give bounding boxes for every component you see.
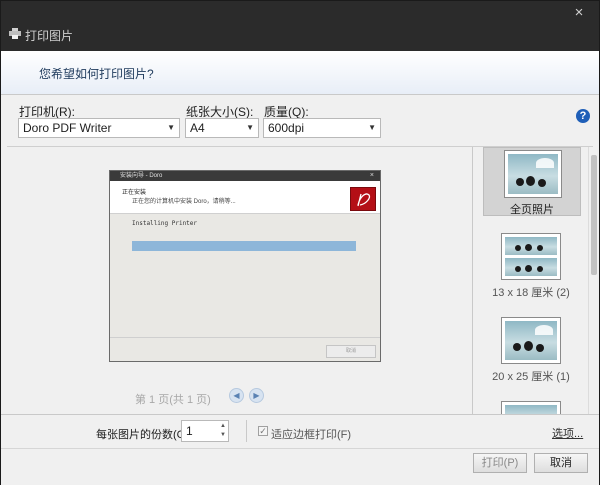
quality-select[interactable]: 600dpi ▼ (263, 118, 381, 138)
preview-cancel-button: 取消 (326, 345, 376, 358)
printer-select[interactable]: Doro PDF Writer ▼ (18, 118, 180, 138)
preview-status: Installing Printer (132, 220, 198, 227)
preview-image: 安装向导 - Doro × 正在安装 正在您的计算机中安装 Doro，请稍等..… (109, 170, 381, 362)
layout-list: 全页照片 13 x 18 厘米 (2) 20 x 25 厘米 (1) (474, 147, 588, 414)
preview-subheading: 正在您的计算机中安装 Doro，请稍等... (132, 199, 236, 205)
paper-size-select[interactable]: A4 ▼ (185, 118, 259, 138)
chevron-down-icon: ▼ (246, 123, 254, 132)
quality-value: 600dpi (268, 121, 305, 135)
copies-value: 1 (186, 424, 193, 438)
doro-logo-icon (350, 187, 376, 211)
preview-heading: 正在安装 (122, 190, 147, 196)
options-link[interactable]: 选项... (552, 425, 583, 441)
layout-label: 20 x 25 厘米 (1) (492, 371, 570, 383)
layout-label: 13 x 18 厘米 (2) (492, 287, 570, 299)
cancel-button[interactable]: 取消 (534, 453, 588, 473)
header-banner: 您希望如何打印图片? (1, 51, 599, 95)
layout-item-full-page[interactable]: 全页照片 (483, 147, 581, 216)
layout-thumbnail (505, 321, 557, 360)
layout-label: 全页照片 (510, 204, 554, 216)
layout-thumbnail (508, 154, 558, 194)
prev-page-button[interactable]: ◀ (229, 388, 244, 403)
fit-frame-label: 适应边框打印(F) (271, 429, 352, 441)
layout-scrollbar[interactable] (588, 147, 599, 414)
preview-progress-bar (132, 241, 356, 251)
layout-item-20x25[interactable]: 20 x 25 厘米 (1) (483, 315, 579, 383)
preview-window-header: 正在安装 正在您的计算机中安装 Doro，请稍等... (110, 181, 380, 214)
fit-frame-checkbox[interactable]: ✓ (258, 426, 268, 436)
copies-stepper[interactable]: 1 ▲ ▼ (181, 420, 229, 442)
layout-item-13x18[interactable]: 13 x 18 厘米 (2) (483, 231, 579, 299)
page-indicator: 第 1 页(共 1 页) (135, 394, 211, 406)
layout-thumbnail (505, 258, 557, 276)
chevron-down-icon[interactable]: ▼ (219, 431, 227, 440)
print-pictures-dialog: × 打印图片 您希望如何打印图片? 打印机(R): Doro PDF Write… (0, 0, 600, 485)
help-icon[interactable]: ? (576, 109, 590, 123)
close-icon: × (369, 172, 374, 179)
printer-icon (9, 28, 21, 39)
layout-thumbnail (505, 405, 557, 414)
paper-size-value: A4 (190, 121, 205, 135)
print-button[interactable]: 打印(P) (473, 453, 527, 473)
divider (246, 420, 247, 442)
preview-window-title: 安装向导 - Doro (110, 171, 380, 181)
window-title: 打印图片 (25, 29, 74, 43)
layout-item-more[interactable] (483, 399, 579, 414)
chevron-down-icon: ▼ (167, 123, 175, 132)
copies-label: 每张图片的份数(C): (96, 429, 192, 441)
title-bar: × 打印图片 (1, 1, 599, 51)
chevron-up-icon[interactable]: ▲ (219, 422, 227, 431)
divider (110, 337, 380, 338)
next-page-button[interactable]: ▶ (249, 388, 264, 403)
printer-value: Doro PDF Writer (23, 121, 112, 135)
layout-thumbnail (505, 237, 557, 255)
scrollbar-thumb[interactable] (591, 155, 597, 275)
chevron-down-icon: ▼ (368, 123, 376, 132)
header-question: 您希望如何打印图片? (39, 67, 154, 81)
close-icon[interactable]: × (571, 5, 587, 21)
